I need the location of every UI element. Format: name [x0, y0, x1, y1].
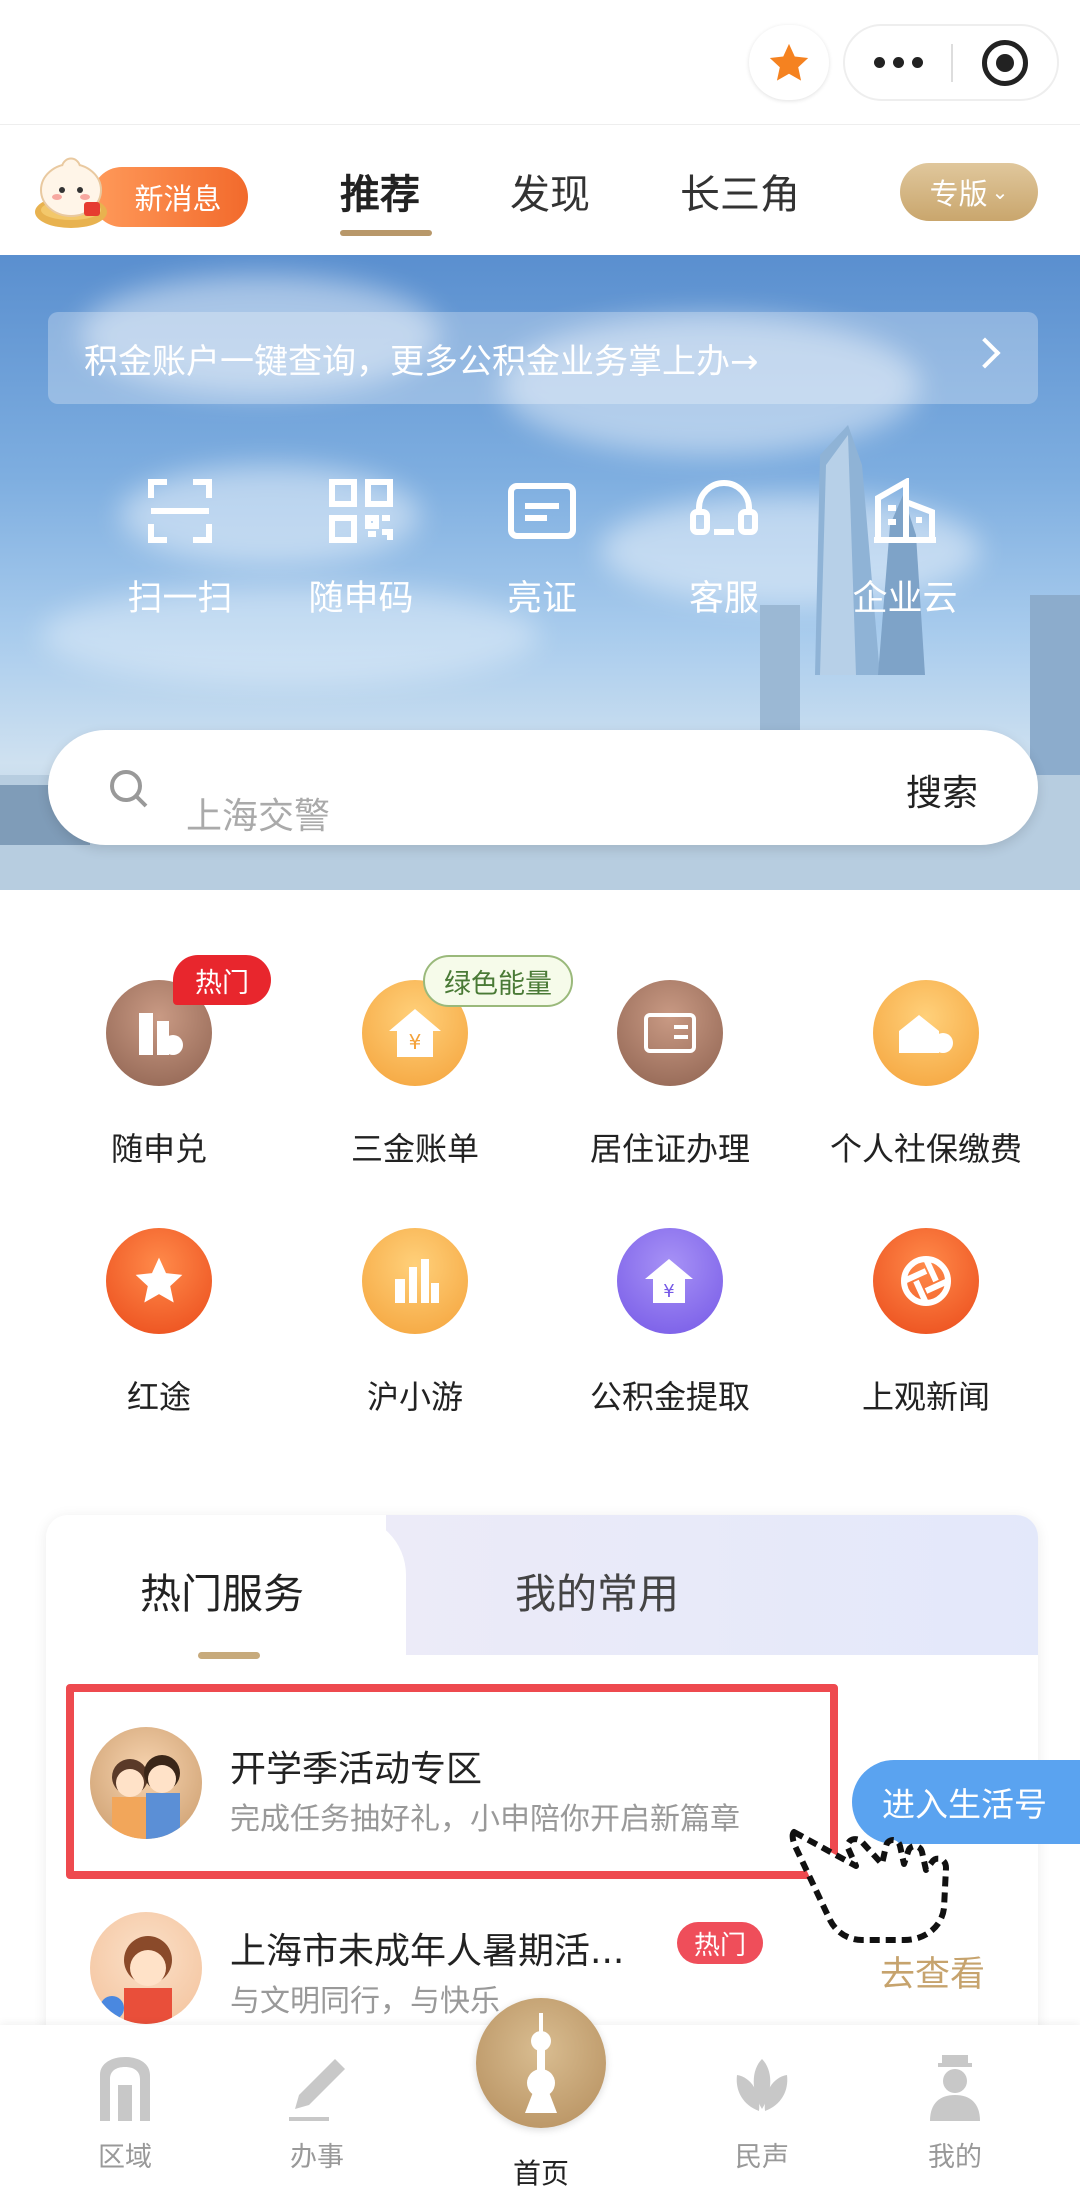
scan-icon — [148, 479, 212, 543]
list-item-subtitle: 与文明同行，与快乐 — [230, 1984, 500, 2019]
nav-label: 办事 — [290, 2142, 344, 2173]
miniapp-capsule — [843, 24, 1059, 101]
notice-banner[interactable]: 积金账户一键查询，更多公积金业务掌上办→ — [48, 312, 1038, 404]
service-label: 红途 — [126, 1378, 191, 1416]
search-button[interactable]: 搜索 — [906, 764, 978, 816]
quick-action-label: 客服 — [688, 579, 759, 619]
app-page: 新消息 推荐 发现 长三角 专版 ⌄ 积金账户一键查询，更多公积金业务掌上办→ … — [0, 0, 1080, 2205]
nav-public-voice[interactable]: 民声 — [697, 2055, 827, 2174]
pointing-hand-icon — [789, 1829, 949, 1943]
svg-text:¥: ¥ — [663, 1281, 674, 1302]
tab-hot-services[interactable]: 热门服务 — [140, 1560, 304, 1620]
chevron-down-icon: ⌄ — [991, 180, 1009, 204]
residence-card-icon — [617, 980, 723, 1086]
service-residence-permit[interactable]: 居住证办理 — [570, 980, 770, 1170]
new-message-label: 新消息 — [134, 182, 222, 216]
avatar — [90, 1912, 202, 2024]
quick-action-label: 亮证 — [506, 579, 577, 619]
service-label: 个人社保缴费 — [829, 1130, 1022, 1168]
edition-label: 专版 — [929, 177, 988, 211]
quick-action-label: 扫一扫 — [127, 579, 233, 619]
card-tab-indicator — [198, 1652, 260, 1659]
search-icon — [110, 770, 148, 808]
headset-icon — [690, 480, 758, 535]
search-input[interactable]: 上海交警 — [186, 787, 330, 839]
nav-profile[interactable]: 我的 — [890, 2055, 1020, 2174]
hot-badge: 热门 — [173, 955, 271, 1005]
search-bar[interactable]: 上海交警 搜索 — [48, 730, 1038, 845]
service-hongtu[interactable]: 红途 — [59, 1228, 259, 1418]
quick-action-health-code[interactable]: 随申码 — [296, 478, 426, 621]
service-three-funds-bill[interactable]: ¥ 三金账单 — [315, 980, 515, 1170]
mascot-icon — [35, 157, 107, 228]
tab-recommend[interactable]: 推荐 — [340, 162, 420, 220]
star-icon — [769, 43, 809, 81]
service-label: 居住证办理 — [589, 1130, 750, 1168]
view-button[interactable]: 去查看 — [880, 1946, 985, 1997]
more-options-button[interactable] — [845, 26, 951, 99]
red-star-icon — [106, 1228, 212, 1334]
quick-action-enterprise-cloud[interactable]: 企业云 — [840, 478, 970, 621]
service-label: 随申兑 — [110, 1130, 207, 1168]
service-social-security[interactable]: 个人社保缴费 — [826, 980, 1026, 1170]
close-miniapp-button[interactable] — [953, 26, 1057, 99]
service-label: 沪小游 — [366, 1378, 463, 1416]
shutter-icon — [873, 1228, 979, 1334]
magnolia-icon — [736, 2059, 788, 2111]
tab-my-favorites[interactable]: 我的常用 — [515, 1560, 679, 1620]
target-icon — [981, 39, 1028, 86]
house-coin-icon — [873, 980, 979, 1086]
service-label: 公积金提取 — [589, 1378, 750, 1416]
service-provident-fund[interactable]: ¥ 公积金提取 — [570, 1228, 770, 1418]
pen-icon — [289, 2059, 345, 2121]
service-label: 三金账单 — [350, 1130, 479, 1168]
user-icon — [930, 2055, 980, 2121]
active-tab-indicator — [340, 230, 432, 236]
nav-services[interactable]: 办事 — [252, 2055, 382, 2174]
nav-region[interactable]: 区域 — [60, 2055, 190, 2174]
service-shangguan-news[interactable]: 上观新闻 — [826, 1228, 1026, 1418]
service-label: 上观新闻 — [861, 1378, 990, 1416]
building-icon — [874, 478, 936, 543]
nav-label: 民声 — [735, 2142, 789, 2173]
tab-yangtze-delta[interactable]: 长三角 — [680, 162, 800, 220]
green-energy-badge: 绿色能量 — [423, 955, 573, 1007]
service-suishendui[interactable]: 随申兑 — [59, 980, 259, 1170]
chevron-right-icon — [969, 337, 1001, 369]
id-card-icon — [508, 483, 576, 539]
quick-action-customer-service[interactable]: 客服 — [659, 478, 789, 621]
nav-home[interactable] — [476, 1998, 606, 2128]
list-item-title[interactable]: 上海市未成年人暑期活... — [230, 1922, 624, 1974]
house-fund-icon: ¥ — [617, 1228, 723, 1334]
service-hu-xiao-you[interactable]: 沪小游 — [315, 1228, 515, 1418]
nav-label: 首页 — [512, 2157, 569, 2190]
highlight-box — [66, 1684, 838, 1879]
favorite-star-button[interactable] — [749, 25, 829, 100]
qr-code-icon — [329, 479, 393, 543]
nav-label: 我的 — [928, 2142, 982, 2173]
new-message-button[interactable]: 新消息 — [92, 167, 248, 227]
edition-selector[interactable]: 专版 ⌄ — [900, 163, 1038, 221]
pearl-tower-icon — [525, 2013, 557, 2113]
nav-label: 区域 — [98, 2142, 152, 2173]
notice-text: 积金账户一键查询，更多公积金业务掌上办→ — [84, 341, 759, 382]
quick-action-label: 随申码 — [308, 579, 414, 619]
svg-text:¥: ¥ — [409, 1030, 422, 1054]
region-gate-icon — [100, 2057, 150, 2121]
tab-discover[interactable]: 发现 — [510, 162, 590, 220]
city-landmark-icon — [362, 1228, 468, 1334]
quick-action-label: 企业云 — [852, 579, 958, 619]
quick-action-show-license[interactable]: 亮证 — [477, 478, 607, 621]
quick-action-scan[interactable]: 扫一扫 — [115, 478, 245, 621]
hot-badge: 热门 — [677, 1922, 763, 1964]
